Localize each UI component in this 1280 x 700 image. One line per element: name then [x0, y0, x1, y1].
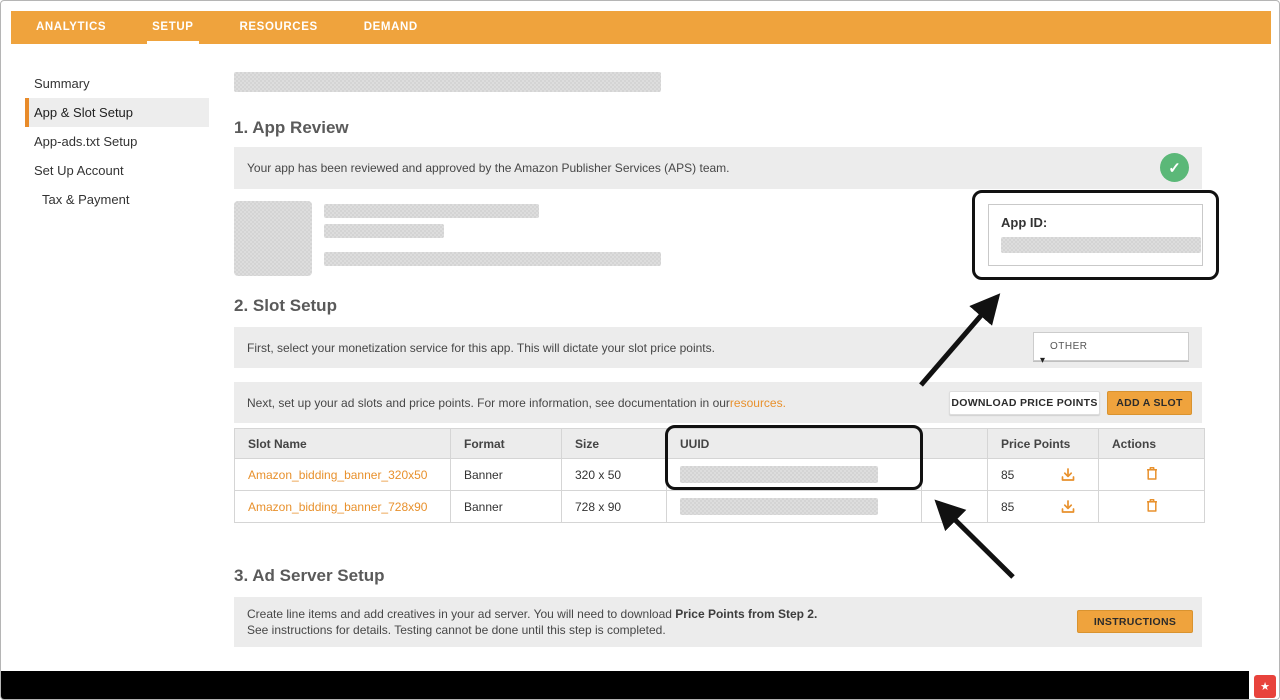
slots-info-text: Next, set up your ad slots and price poi…: [247, 396, 730, 410]
ad-server-line1: Create line items and add creatives in y…: [247, 607, 675, 621]
slot-actions: [1099, 491, 1205, 523]
slot-size: 320 x 50: [562, 459, 667, 491]
aps-setup-page: ANALYTICS SETUP RESOURCES DEMAND Summary…: [0, 0, 1280, 700]
resources-link[interactable]: resources.: [730, 396, 786, 410]
sidebar-item-app-ads-txt[interactable]: App-ads.txt Setup: [25, 127, 209, 156]
header-actions: Actions: [1099, 429, 1205, 459]
slot-uuid: [667, 491, 922, 523]
app-id-annotation-box: App ID:: [972, 190, 1219, 280]
sidebar-item-summary[interactable]: Summary: [25, 69, 209, 98]
redacted-app-name: [324, 204, 539, 218]
ad-server-instructions: Create line items and add creatives in y…: [247, 606, 817, 638]
slot-price-points: 85: [988, 491, 1099, 523]
sidebar-item-tax-payment[interactable]: Tax & Payment: [25, 185, 209, 214]
tab-setup[interactable]: SETUP: [137, 11, 208, 44]
add-slot-button[interactable]: ADD A SLOT: [1107, 391, 1192, 415]
table-header-row: Slot Name Format Size UUID Price Points …: [235, 429, 1205, 459]
ad-server-line2: See instructions for details. Testing ca…: [247, 623, 666, 637]
download-icon[interactable]: [1060, 467, 1076, 483]
ad-server-heading: 3. Ad Server Setup: [234, 566, 385, 586]
redacted-uuid: [680, 498, 878, 515]
price-points-value: 85: [1001, 500, 1014, 514]
sidebar: Summary App & Slot Setup App-ads.txt Set…: [25, 69, 209, 214]
slot-setup-heading: 2. Slot Setup: [234, 296, 337, 316]
redacted-app-subtitle: [324, 224, 444, 238]
tab-analytics[interactable]: ANALYTICS: [21, 11, 121, 44]
price-points-value: 85: [1001, 468, 1014, 482]
instructions-button[interactable]: INSTRUCTIONS: [1077, 610, 1193, 633]
sidebar-item-set-up-account[interactable]: Set Up Account: [25, 156, 209, 185]
header-empty: [922, 429, 988, 459]
redacted-uuid: [680, 466, 878, 483]
slot-uuid: [667, 459, 922, 491]
table-row: Amazon_bidding_banner_728x90 Banner 728 …: [235, 491, 1205, 523]
app-review-heading: 1. App Review: [234, 118, 349, 138]
trash-icon[interactable]: [1144, 465, 1160, 481]
trash-icon[interactable]: [1144, 497, 1160, 513]
download-price-points-button[interactable]: DOWNLOAD PRICE POINTS: [949, 391, 1100, 415]
slots-table: Slot Name Format Size UUID Price Points …: [234, 428, 1205, 523]
slot-price-points: 85: [988, 459, 1099, 491]
app-review-status-text: Your app has been reviewed and approved …: [247, 161, 730, 175]
monetization-service-value: OTHER: [1050, 341, 1088, 352]
header-uuid: UUID: [667, 429, 922, 459]
download-icon[interactable]: [1060, 499, 1076, 515]
approved-check-icon: ✓: [1160, 153, 1189, 182]
app-id-label: App ID:: [1001, 215, 1190, 230]
redacted-app-icon: [234, 201, 312, 276]
monetization-text: First, select your monetization service …: [247, 341, 715, 355]
tab-demand[interactable]: DEMAND: [349, 11, 433, 44]
redacted-app-url: [324, 252, 661, 266]
empty-cell: [922, 459, 988, 491]
header-format: Format: [451, 429, 562, 459]
header-price-points: Price Points: [988, 429, 1099, 459]
header-slot-name: Slot Name: [235, 429, 451, 459]
table-row: Amazon_bidding_banner_320x50 Banner 320 …: [235, 459, 1205, 491]
slot-name-link[interactable]: Amazon_bidding_banner_728x90: [235, 491, 451, 523]
slot-format: Banner: [451, 491, 562, 523]
chevron-down-icon: ▾: [1040, 355, 1046, 366]
slot-actions: [1099, 459, 1205, 491]
slot-name-link[interactable]: Amazon_bidding_banner_320x50: [235, 459, 451, 491]
ad-server-line1-bold: Price Points from Step 2.: [675, 607, 817, 621]
slot-format: Banner: [451, 459, 562, 491]
top-nav: ANALYTICS SETUP RESOURCES DEMAND: [11, 11, 1271, 44]
app-review-status-banner: Your app has been reviewed and approved …: [234, 147, 1202, 189]
extension-button[interactable]: ★: [1254, 675, 1276, 698]
empty-cell: [922, 491, 988, 523]
redacted-app-id-value: [1001, 237, 1201, 253]
slot-size: 728 x 90: [562, 491, 667, 523]
ad-server-banner: Create line items and add creatives in y…: [234, 597, 1202, 647]
bottom-black-bar: [1, 671, 1251, 700]
redacted-page-title: [234, 72, 661, 92]
app-id-panel: App ID:: [988, 204, 1203, 266]
star-icon: ★: [1260, 680, 1270, 693]
monetization-service-dropdown[interactable]: OTHER ▾: [1033, 332, 1189, 361]
sidebar-item-app-slot-setup[interactable]: App & Slot Setup: [25, 98, 209, 127]
header-size: Size: [562, 429, 667, 459]
tab-resources[interactable]: RESOURCES: [225, 11, 333, 44]
